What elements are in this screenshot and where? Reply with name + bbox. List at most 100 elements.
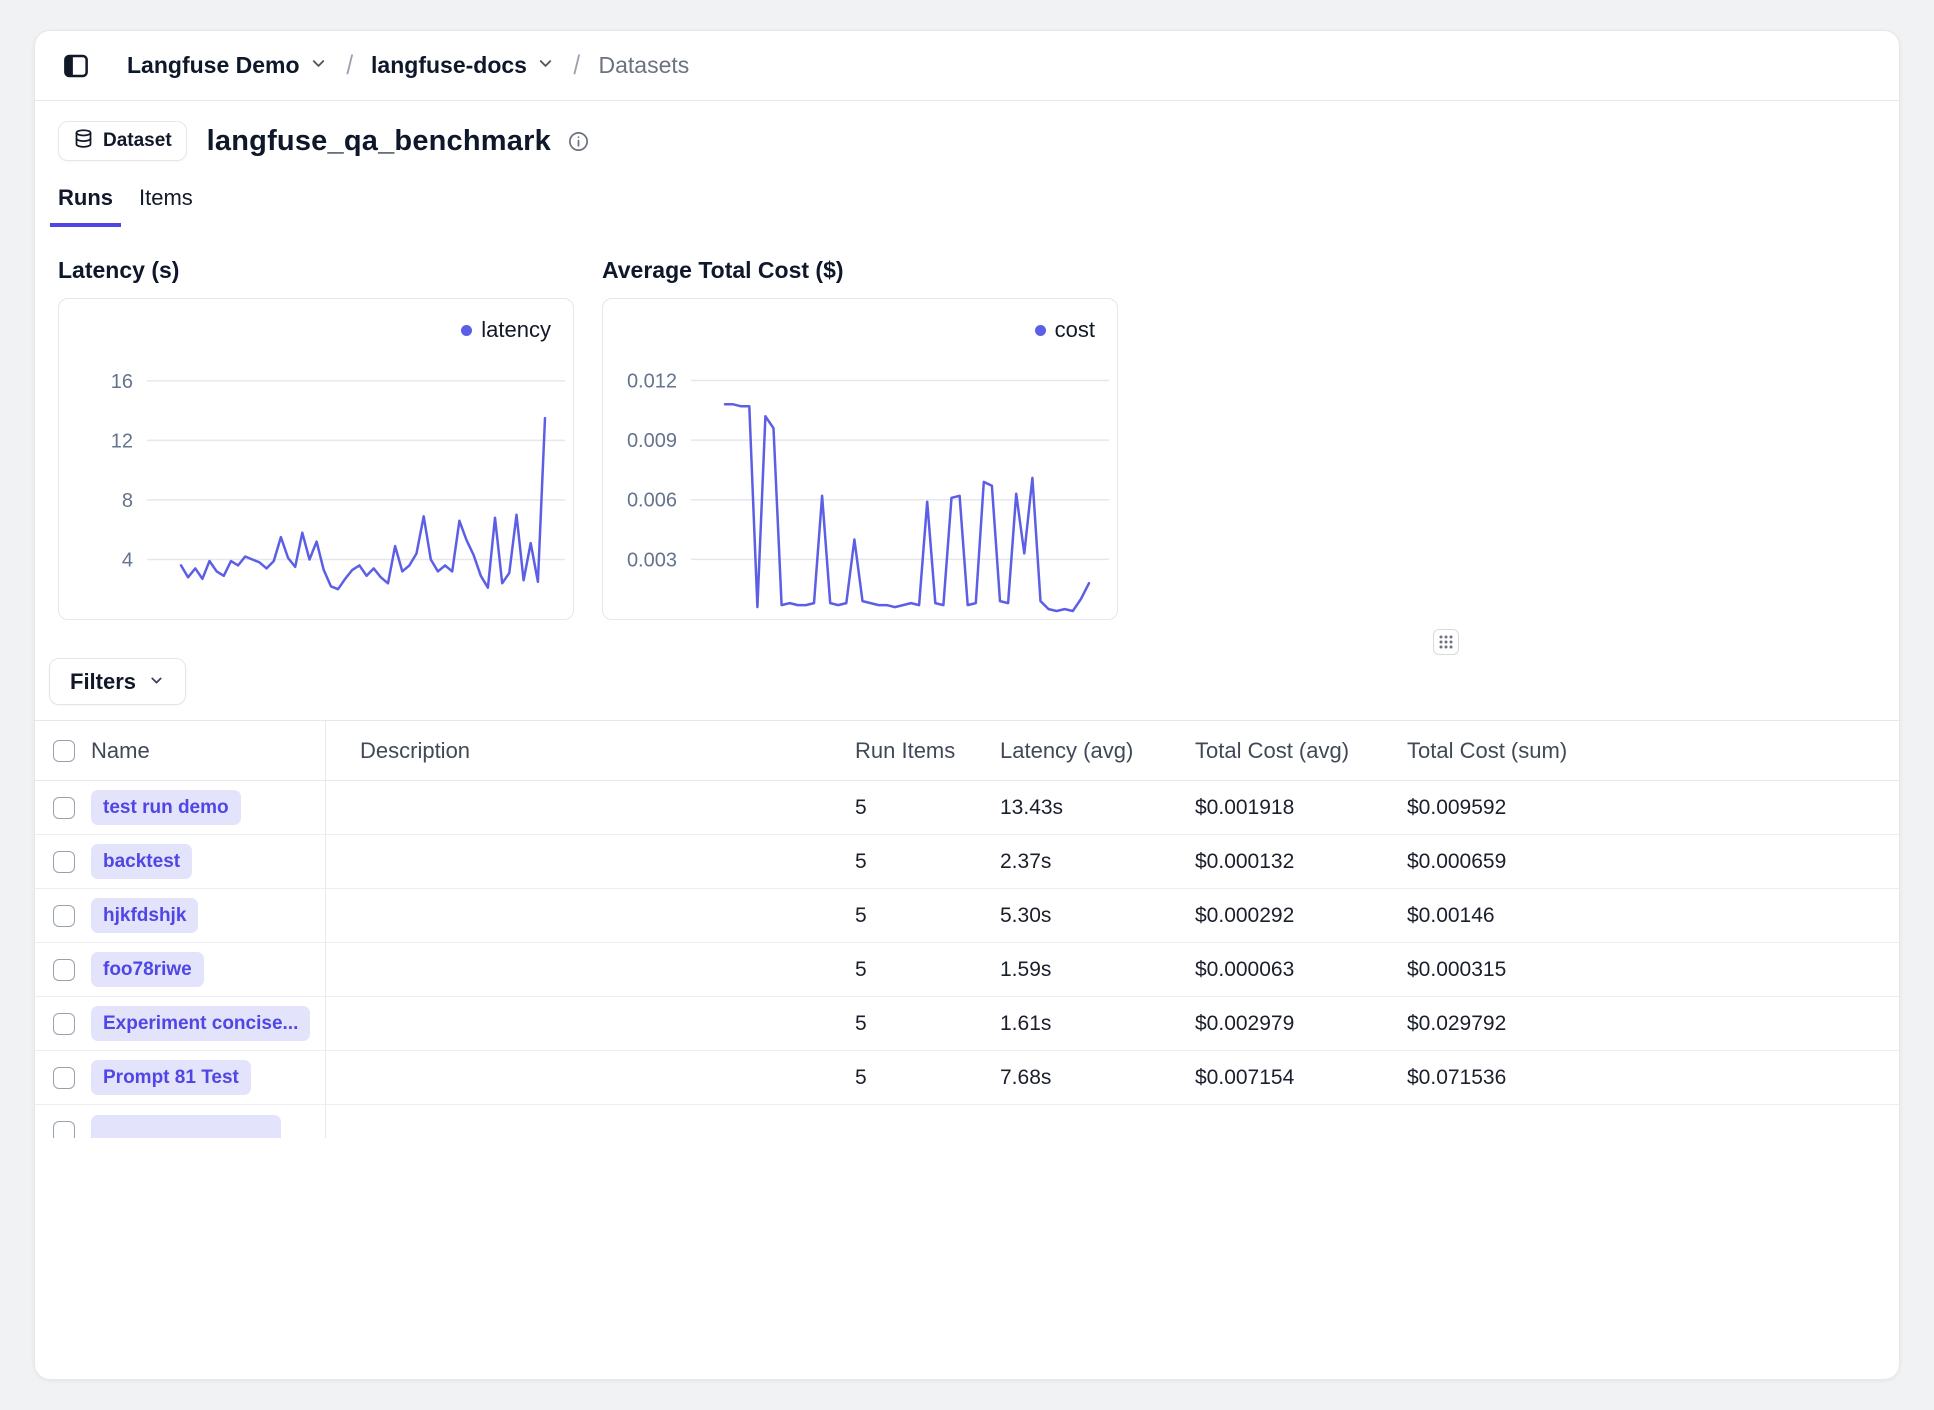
breadcrumb-project[interactable]: langfuse-docs	[371, 52, 555, 79]
table-body: test run demo513.43s$0.001918$0.009592 ba…	[35, 781, 1899, 1138]
grip-dots-icon	[1437, 633, 1455, 651]
row-checkbox[interactable]	[53, 905, 75, 927]
breadcrumb-section[interactable]: Datasets	[598, 52, 689, 79]
run-name-pill[interactable]: Experiment concise...	[91, 1006, 310, 1041]
run-description	[326, 889, 821, 942]
latency-avg: 7.68s	[966, 1051, 1161, 1104]
table-row: hjkfdshjk 55.30s$0.000292$0.00146	[35, 889, 1899, 943]
chevron-down-icon	[148, 669, 165, 695]
total-cost-avg: $0.007154	[1161, 1051, 1373, 1104]
main-panel: Langfuse Demo / langfuse-docs / Datasets	[34, 30, 1900, 1380]
total-cost-avg	[1161, 1105, 1373, 1138]
run-items-count: 5	[821, 835, 966, 888]
table-header: Name Description Run Items Latency (avg)…	[35, 721, 1899, 781]
total-cost-avg: $0.000292	[1161, 889, 1373, 942]
cost-legend: cost	[1035, 317, 1095, 343]
column-header-run-items: Run Items	[821, 721, 966, 780]
svg-text:0.006: 0.006	[627, 490, 677, 512]
sidebar-toggle-icon[interactable]	[61, 51, 91, 81]
run-description	[326, 943, 821, 996]
run-name-cell: foo78riwe	[91, 943, 326, 996]
run-name-cell: test run demo	[91, 781, 326, 834]
total-cost-sum: $0.029792	[1373, 997, 1899, 1050]
total-cost-avg: $0.002979	[1161, 997, 1373, 1050]
row-checkbox-cell	[35, 943, 91, 996]
run-description	[326, 835, 821, 888]
run-items-count: 5	[821, 1051, 966, 1104]
header-checkbox-cell	[35, 721, 91, 780]
dataset-badge-label: Dataset	[103, 130, 172, 152]
svg-text:16: 16	[111, 371, 133, 393]
table-row: backtest52.37s$0.000132$0.000659	[35, 835, 1899, 889]
run-name-pill[interactable]: hjkfdshjk	[91, 898, 198, 933]
tab-runs[interactable]: Runs	[50, 185, 121, 227]
total-cost-sum	[1373, 1105, 1899, 1138]
page-title: langfuse_qa_benchmark	[207, 125, 551, 158]
filters-button-label: Filters	[70, 669, 136, 695]
svg-text:0.012: 0.012	[627, 370, 677, 392]
row-checkbox-cell	[35, 997, 91, 1050]
runs-table: Name Description Run Items Latency (avg)…	[35, 720, 1899, 1138]
breadcrumb-separator: /	[346, 50, 353, 81]
latency-avg: 1.59s	[966, 943, 1161, 996]
charts-section: Latency (s) 16 12 8 4 latency Average Total…	[58, 257, 1899, 620]
column-header-total-cost-sum: Total Cost (sum)	[1373, 721, 1899, 780]
latency-avg: 5.30s	[966, 889, 1161, 942]
run-name-cell: hjkfdshjk	[91, 889, 326, 942]
row-checkbox[interactable]	[53, 851, 75, 873]
legend-dot-icon	[461, 325, 472, 336]
cost-chart-title: Average Total Cost ($)	[602, 257, 1118, 284]
chevron-down-icon	[309, 54, 328, 78]
filters-row: Filters	[49, 658, 1899, 705]
row-checkbox[interactable]	[53, 1013, 75, 1035]
breadcrumb-org[interactable]: Langfuse Demo	[127, 52, 328, 79]
run-name-pill[interactable]: Prompt 81 Test	[91, 1060, 251, 1095]
svg-text:8: 8	[122, 490, 133, 512]
database-icon	[73, 128, 94, 155]
run-description	[326, 1051, 821, 1104]
select-all-checkbox[interactable]	[53, 740, 75, 762]
filters-button[interactable]: Filters	[49, 658, 186, 705]
column-header-description: Description	[326, 721, 821, 780]
table-row: Experiment concise... 51.61s$0.002979$0.0…	[35, 997, 1899, 1051]
breadcrumb-separator: /	[573, 50, 580, 81]
run-name-pill[interactable]: test run demo	[91, 790, 241, 825]
run-name-pill[interactable]: backtest	[91, 844, 192, 879]
total-cost-sum: $0.071536	[1373, 1051, 1899, 1104]
drag-handle[interactable]	[1433, 629, 1459, 655]
latency-chart-title: Latency (s)	[58, 257, 574, 284]
total-cost-avg: $0.000063	[1161, 943, 1373, 996]
svg-text:4: 4	[122, 549, 133, 571]
info-icon[interactable]	[567, 130, 590, 153]
run-name-pill[interactable]: foo78riwe	[91, 952, 204, 987]
run-items-count	[821, 1105, 966, 1138]
run-items-count: 5	[821, 943, 966, 996]
total-cost-avg: $0.000132	[1161, 835, 1373, 888]
latency-avg: 1.61s	[966, 997, 1161, 1050]
latency-avg	[966, 1105, 1161, 1138]
svg-text:0.003: 0.003	[627, 549, 677, 571]
total-cost-sum: $0.00146	[1373, 889, 1899, 942]
chart-svg: 16 12 8 4	[59, 299, 573, 619]
run-items-count: 5	[821, 997, 966, 1050]
row-checkbox[interactable]	[53, 797, 75, 819]
table-row: Prompt 81 Test 57.68s$0.007154$0.071536	[35, 1051, 1899, 1105]
row-checkbox-cell	[35, 1051, 91, 1104]
run-description	[326, 781, 821, 834]
table-row	[35, 1105, 1899, 1138]
row-checkbox[interactable]	[53, 1067, 75, 1089]
table-row: test run demo513.43s$0.001918$0.009592	[35, 781, 1899, 835]
tab-items[interactable]: Items	[131, 185, 201, 227]
run-name-pill[interactable]	[91, 1115, 281, 1139]
org-name: Langfuse Demo	[127, 52, 300, 79]
cost-chart-block: Average Total Cost ($) 0.0120.0090.0060.…	[602, 257, 1118, 620]
row-checkbox-cell	[35, 889, 91, 942]
row-checkbox[interactable]	[53, 1121, 75, 1138]
run-items-count: 5	[821, 889, 966, 942]
latency-legend: latency	[461, 317, 551, 343]
svg-text:12: 12	[111, 430, 133, 452]
run-description	[326, 997, 821, 1050]
total-cost-sum: $0.009592	[1373, 781, 1899, 834]
row-checkbox[interactable]	[53, 959, 75, 981]
latency-chart-block: Latency (s) 16 12 8 4 latency	[58, 257, 574, 620]
